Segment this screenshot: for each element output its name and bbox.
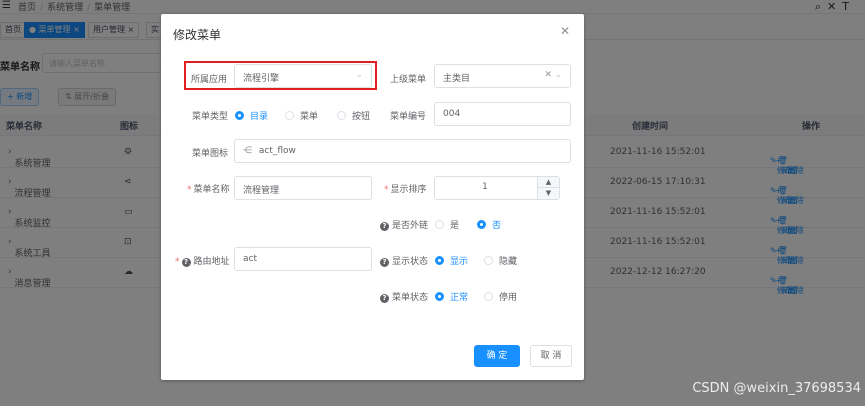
parent-select-value: 主类目	[443, 74, 471, 84]
radio-visible-hide[interactable]: 隐藏	[484, 254, 517, 267]
radio-status-disabled[interactable]: 停用	[484, 290, 517, 303]
edit-menu-dialog: 修改菜单 ✕ 所属应用 流程引擎 ⌄ 上级菜单 主类目 ✕ ⌄ 菜单类型 目录 …	[161, 14, 584, 380]
name-input[interactable]: 流程管理	[234, 176, 372, 200]
help-icon: ?	[380, 258, 389, 267]
sort-stepper[interactable]: 1 ▲ ▼	[434, 176, 560, 200]
confirm-button[interactable]: 确 定	[474, 345, 520, 367]
flow-icon: ⋲	[243, 146, 252, 156]
radio-external-no[interactable]: 否	[477, 218, 501, 231]
name-label: * 菜单名称	[187, 185, 230, 195]
chevron-down-icon: ⌄	[554, 70, 562, 80]
status-label: ? 菜单状态	[380, 290, 428, 303]
path-label: *? 路由地址	[175, 257, 230, 267]
radio-visible-show[interactable]: 显示	[435, 254, 468, 267]
dialog-title: 修改菜单	[173, 28, 222, 42]
close-icon[interactable]: ✕	[560, 24, 570, 38]
help-icon: ?	[380, 294, 389, 303]
visible-label: ? 显示状态	[380, 254, 428, 267]
parent-select[interactable]: 主类目 ✕ ⌄	[434, 64, 571, 88]
increment-button[interactable]: ▲	[537, 177, 559, 188]
radio-type-menu[interactable]: 菜单	[285, 109, 318, 122]
icon-input[interactable]: ⋲ act_flow	[234, 139, 571, 163]
path-input[interactable]: act	[234, 247, 372, 271]
radio-external-yes[interactable]: 是	[435, 218, 459, 231]
icon-label: 菜单图标	[192, 149, 229, 159]
help-icon: ?	[380, 222, 389, 231]
help-icon: ?	[181, 258, 191, 267]
highlight-box	[184, 61, 377, 90]
code-input[interactable]: 004	[434, 102, 571, 126]
decrement-button[interactable]: ▼	[537, 188, 559, 199]
type-label: 菜单类型	[192, 112, 229, 122]
cancel-button[interactable]: 取 消	[530, 345, 572, 367]
radio-type-directory[interactable]: 目录	[235, 109, 268, 122]
radio-status-normal[interactable]: 正常	[435, 290, 468, 303]
code-label: 菜单编号	[390, 112, 427, 122]
sort-value: 1	[482, 182, 488, 192]
clear-icon[interactable]: ✕	[544, 70, 552, 80]
parent-label: 上级菜单	[390, 75, 427, 85]
radio-type-button[interactable]: 按钮	[337, 109, 370, 122]
external-label: ? 是否外链	[380, 218, 428, 231]
sort-label: * 显示排序	[384, 185, 427, 195]
watermark: CSDN @weixin_37698534	[692, 381, 861, 396]
icon-input-value: act_flow	[258, 146, 296, 156]
